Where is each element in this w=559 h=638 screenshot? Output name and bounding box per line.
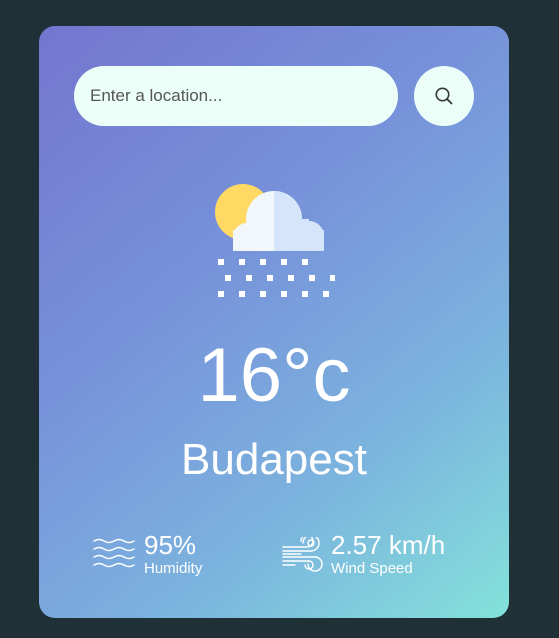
humidity-label: Humidity: [144, 560, 203, 577]
wind-speed-label: Wind Speed: [331, 560, 413, 577]
wind-speed-value: 2.57 km/h: [331, 530, 446, 560]
city-name: Budapest: [181, 435, 367, 484]
search-icon: [435, 87, 453, 105]
waves-icon: [93, 538, 135, 568]
search-button[interactable]: [414, 66, 474, 126]
weather-card: 16°c Budapest 95% Humidity 2: [39, 26, 509, 618]
temperature: 16°c: [197, 333, 351, 418]
wind-stat: 2.57 km/h Wind Speed: [281, 531, 471, 577]
partly-cloudy-snow-icon: [215, 184, 335, 297]
wind-icon: [282, 537, 323, 572]
humidity-stat: 95% Humidity: [93, 531, 263, 577]
humidity-value: 95%: [144, 530, 197, 560]
search-bar: [74, 66, 474, 126]
search-input[interactable]: [74, 66, 398, 126]
